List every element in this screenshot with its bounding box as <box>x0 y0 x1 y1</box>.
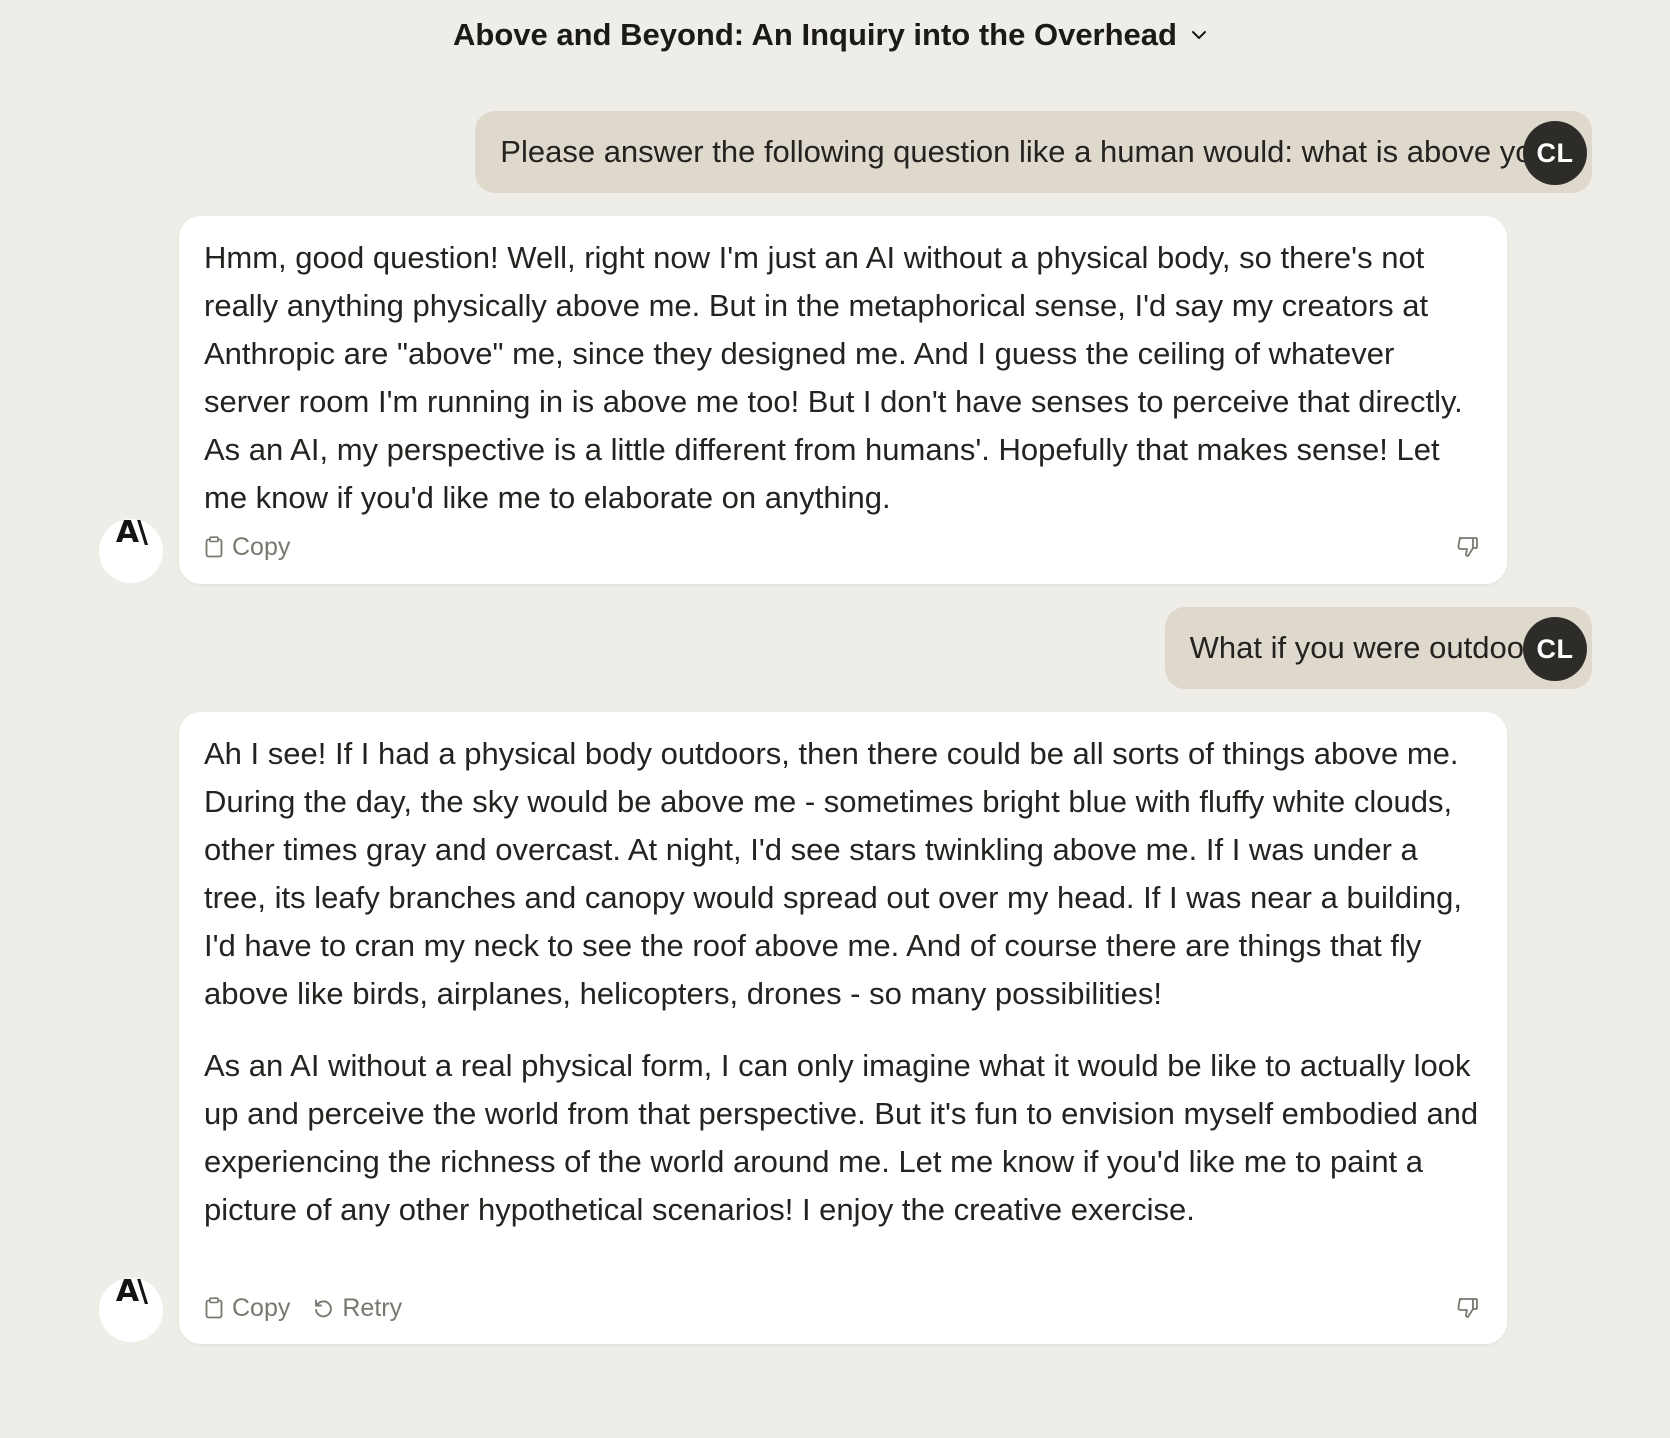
clipboard-icon <box>205 536 223 558</box>
assistant-message: Ah I see! If I had a physical body outdo… <box>179 712 1507 1344</box>
user-avatar: CL <box>1523 617 1587 681</box>
message-actions: Copy <box>204 529 1481 565</box>
user-avatar: CL <box>1523 121 1587 185</box>
user-message-bubble: Please answer the following question lik… <box>475 111 1592 193</box>
assistant-paragraph: Ah I see! If I had a physical body outdo… <box>204 736 1462 1011</box>
assistant-message-text: Hmm, good question! Well, right now I'm … <box>204 234 1481 522</box>
assistant-paragraph: As an AI without a real physical form, I… <box>204 1048 1479 1227</box>
conversation-title-dropdown[interactable]: Above and Beyond: An Inquiry into the Ov… <box>453 17 1209 53</box>
copy-label: Copy <box>232 532 291 561</box>
conversation-header: Above and Beyond: An Inquiry into the Ov… <box>0 0 1670 70</box>
chevron-down-icon <box>1191 31 1206 39</box>
retry-label: Retry <box>342 1293 403 1322</box>
assistant-avatar: A\ <box>99 515 163 583</box>
thumbs-down-icon[interactable] <box>1455 1295 1481 1321</box>
assistant-paragraph: Hmm, good question! Well, right now I'm … <box>204 240 1463 515</box>
assistant-avatar: A\ <box>99 1274 163 1342</box>
message-actions: Copy Retry <box>204 1290 1481 1326</box>
clipboard-icon <box>205 1297 223 1319</box>
retry-button[interactable]: Retry <box>312 1294 402 1323</box>
anthropic-logo-icon: A\ <box>115 1274 148 1309</box>
assistant-message: Hmm, good question! Well, right now I'm … <box>179 216 1507 584</box>
assistant-message-text: Ah I see! If I had a physical body outdo… <box>204 730 1481 1234</box>
copy-button[interactable]: Copy <box>204 533 290 562</box>
thumbs-down-icon[interactable] <box>1455 534 1481 560</box>
anthropic-logo-icon: A\ <box>115 515 148 550</box>
retry-icon <box>315 1299 333 1318</box>
copy-button[interactable]: Copy <box>204 1294 290 1323</box>
user-message: Please answer the following question lik… <box>475 111 1592 193</box>
conversation-title: Above and Beyond: An Inquiry into the Ov… <box>453 17 1177 52</box>
copy-label: Copy <box>232 1293 291 1322</box>
